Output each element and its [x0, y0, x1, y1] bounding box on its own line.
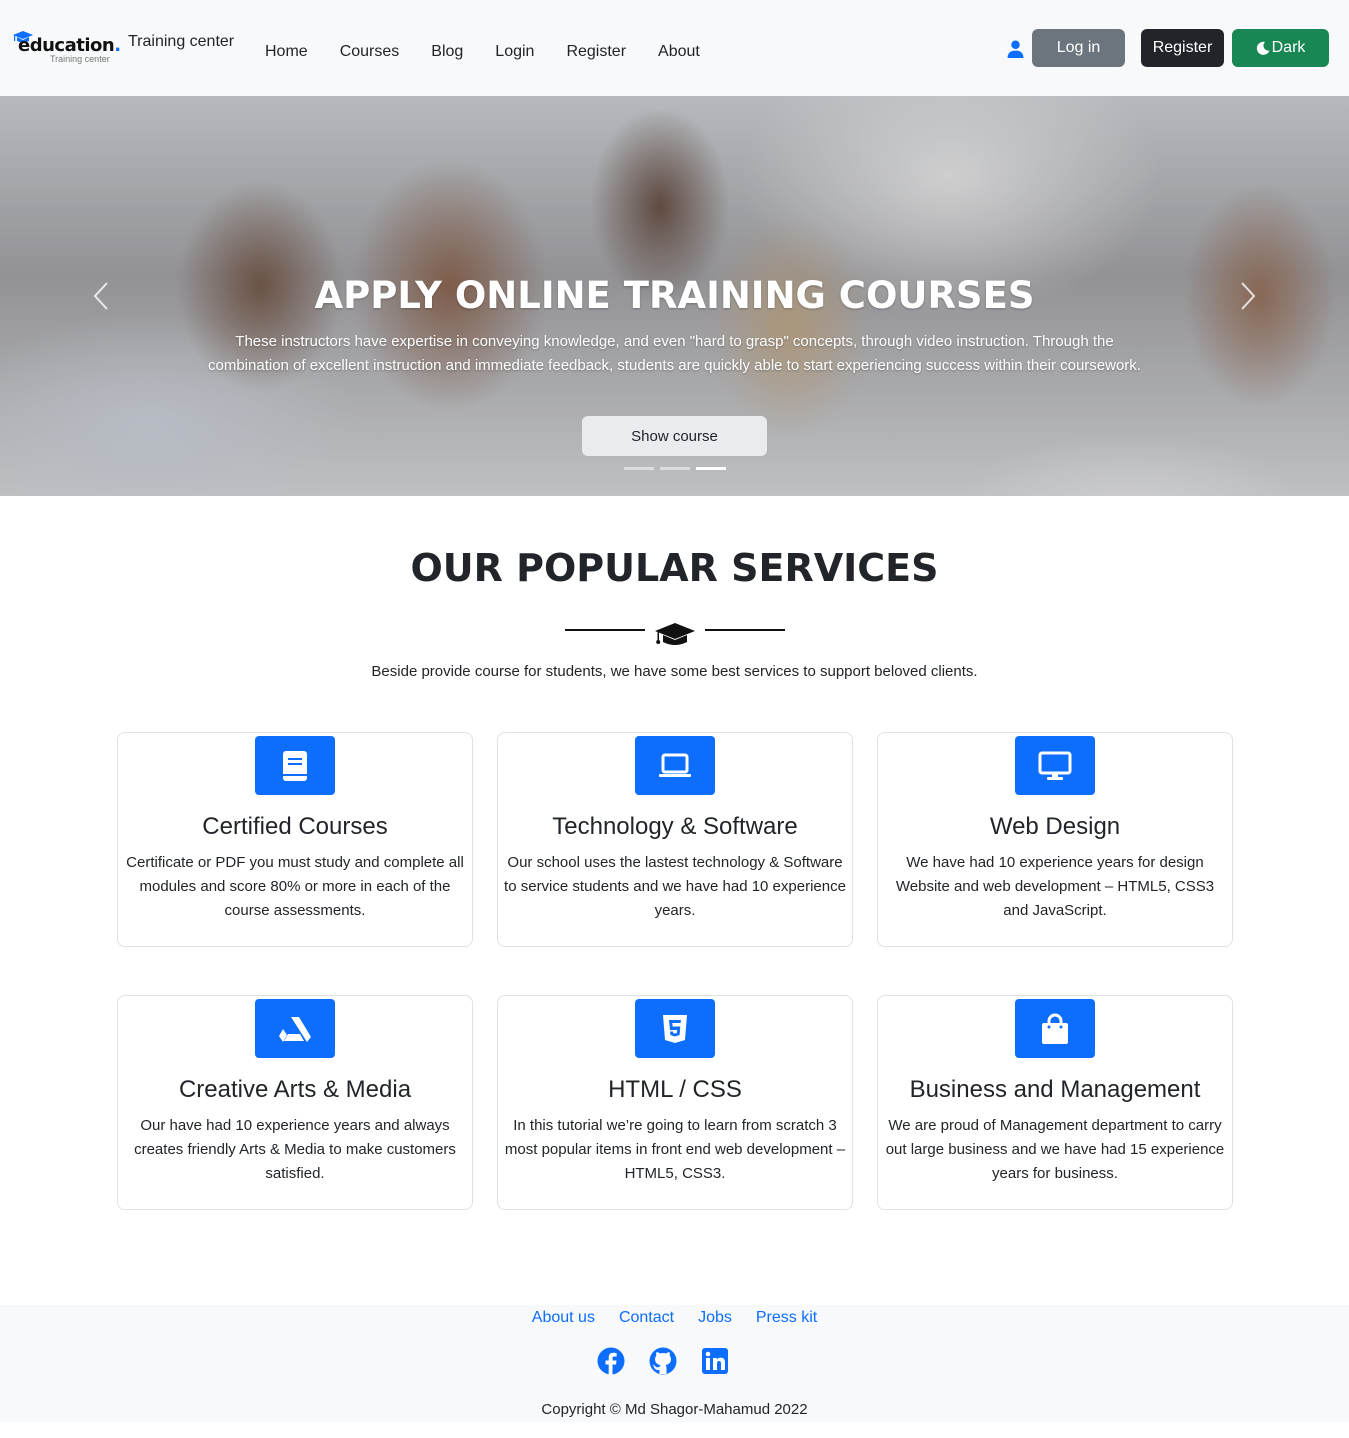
card-icon-box [1015, 736, 1095, 795]
card-text: In this tutorial we’re going to learn fr… [504, 1117, 846, 1182]
nav-link-home[interactable]: Home [265, 43, 308, 61]
card-title: HTML / CSS [608, 1076, 742, 1103]
nav-link-register[interactable]: Register [566, 43, 626, 61]
card-title: Technology & Software [552, 813, 798, 840]
dark-mode-toggle[interactable]: Dark [1232, 29, 1329, 67]
nav-link-blog[interactable]: Blog [431, 43, 463, 61]
nav-links: Home Courses Blog Login Register About [265, 43, 732, 61]
footer: About us Contact Jobs Press kit Copyrigh… [0, 1305, 1349, 1422]
card-text: Certificate or PDF you must study and co… [126, 854, 464, 919]
card-title: Creative Arts & Media [178, 1076, 412, 1103]
card-icon-box [255, 999, 335, 1058]
login-button[interactable]: Log in [1032, 29, 1125, 67]
moon-icon [1256, 41, 1270, 55]
card-text: We have had 10 experience years for desi… [895, 854, 1215, 919]
book-icon [283, 750, 307, 781]
card-icon-box [1015, 999, 1095, 1058]
card-icon-box [635, 999, 715, 1058]
service-card: Web Design We have had 10 experience yea… [877, 732, 1233, 947]
footer-link-about-us[interactable]: About us [532, 1309, 595, 1327]
html5-icon [663, 1014, 687, 1043]
user-icon[interactable] [1007, 40, 1024, 58]
card-title: Web Design [989, 813, 1121, 840]
navbar: education. Training center Training cent… [0, 0, 1349, 96]
service-card: Technology & Software Our school uses th… [497, 732, 853, 947]
service-card: HTML / CSS In this tutorial we’re going … [497, 995, 853, 1210]
card-icon-box [255, 736, 335, 795]
card-text: We are proud of Management department to… [885, 1117, 1225, 1182]
github-icon[interactable] [649, 1347, 677, 1375]
graduation-cap-icon [655, 623, 695, 645]
divider-left [565, 629, 645, 631]
card-title: Business and Management [909, 1076, 1201, 1103]
show-course-button[interactable]: Show course [582, 416, 767, 456]
footer-link-press-kit[interactable]: Press kit [756, 1309, 817, 1327]
services-subtitle: Beside provide course for students, we h… [371, 663, 978, 680]
carousel-indicators [624, 467, 726, 470]
carousel-indicator[interactable] [624, 467, 654, 470]
card-title: Certified Courses [202, 813, 388, 840]
divider-right [705, 629, 785, 631]
nav-link-login[interactable]: Login [495, 43, 534, 61]
nav-link-courses[interactable]: Courses [340, 43, 400, 61]
register-button[interactable]: Register [1141, 29, 1224, 67]
service-card: Certified Courses Certificate or PDF you… [117, 732, 473, 947]
nav-link-about[interactable]: About [658, 43, 700, 61]
brand-tagline: Training center [128, 33, 235, 50]
logo[interactable]: education. Training center [12, 30, 121, 66]
facebook-icon[interactable] [597, 1347, 625, 1375]
laptop-icon [659, 753, 691, 777]
service-card: Creative Arts & Media Our have had 10 ex… [117, 995, 473, 1210]
artstation-icon [279, 1016, 311, 1042]
footer-link-jobs[interactable]: Jobs [698, 1309, 732, 1327]
logo-subtext: Training center [50, 54, 110, 64]
footer-link-contact[interactable]: Contact [619, 1309, 674, 1327]
services-title: OUR POPULAR SERVICES [410, 546, 939, 590]
card-text: Our have had 10 experience years and alw… [134, 1117, 456, 1182]
card-icon-box [635, 736, 715, 795]
hero-title: APPLY ONLINE TRAINING COURSES [314, 274, 1035, 317]
dark-mode-label: Dark [1271, 39, 1306, 56]
carousel-indicator-active[interactable] [696, 467, 726, 470]
shopping-bag-icon [1042, 1013, 1068, 1044]
hero-carousel: APPLY ONLINE TRAINING COURSES These inst… [0, 96, 1349, 496]
service-card: Business and Management We are proud of … [877, 995, 1233, 1210]
monitor-icon [1038, 751, 1072, 780]
carousel-indicator[interactable] [660, 467, 690, 470]
hero-description: These instructors have expertise in conv… [208, 333, 1141, 374]
logo-text: education. [18, 35, 121, 56]
copyright-text: Copyright © Md Shagor-Mahamud 2022 [541, 1401, 808, 1418]
footer-links: About us Contact Jobs Press kit [0, 1309, 1349, 1327]
linkedin-icon[interactable] [701, 1347, 729, 1375]
card-text: Our school uses the lastest technology &… [504, 854, 846, 919]
